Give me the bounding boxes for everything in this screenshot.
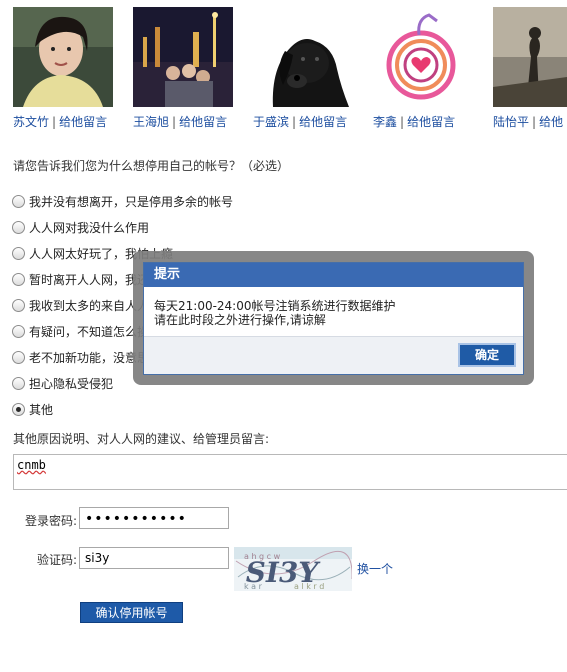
young-woman-photo-icon[interactable] <box>13 7 113 107</box>
friend-card: 苏文竹 | 给他留言 <box>13 7 123 129</box>
radio-button[interactable] <box>12 273 25 286</box>
radio-button[interactable] <box>12 299 25 312</box>
dialog-message-line: 请在此时段之外进行操作,请谅解 <box>154 313 326 327</box>
leave-message-link[interactable]: 给他 <box>539 115 563 129</box>
other-reason-label: 其他原因说明、对人人网的建议、给管理员留言: <box>13 432 270 446</box>
password-input[interactable]: ••••••••••• <box>79 507 229 529</box>
silhouette-photo-icon[interactable] <box>493 7 567 107</box>
captcha-text: SI3Y <box>243 556 322 589</box>
radio-button[interactable] <box>12 351 25 364</box>
night-city-group-photo-icon[interactable] <box>133 7 233 107</box>
friend-name-link[interactable]: 李鑫 <box>373 115 397 129</box>
radio-button[interactable] <box>12 247 25 260</box>
radio-button[interactable] <box>12 325 25 338</box>
reason-label: 其他 <box>29 403 54 417</box>
password-value: ••••••••••• <box>85 511 187 527</box>
reason-label: 老不加新功能，没意思 <box>29 351 150 365</box>
leave-message-link[interactable]: 给他留言 <box>179 115 227 129</box>
comment-textarea[interactable]: cnmb <box>13 454 567 490</box>
friend-card: 李鑫 | 给他留言 <box>373 7 483 129</box>
reason-option[interactable]: 我并没有想离开，只是停用多余的帐号 <box>12 192 532 210</box>
friend-name-link[interactable]: 陆怡平 <box>493 115 529 129</box>
radio-button[interactable] <box>12 221 25 234</box>
reason-label: 我并没有想离开，只是停用多余的帐号 <box>29 195 234 209</box>
change-captcha-link[interactable]: 换一个 <box>357 560 393 577</box>
comment-value: cnmb <box>17 458 46 472</box>
heart-fruit-drawing-icon[interactable] <box>373 7 473 107</box>
friend-card: 王海旭 | 给他留言 <box>133 7 243 129</box>
password-label: 登录密码: <box>24 514 77 528</box>
black-dog-photo-icon[interactable] <box>253 7 353 107</box>
friend-name-link[interactable]: 王海旭 <box>133 115 169 129</box>
radio-button[interactable] <box>12 195 25 208</box>
captcha-input-value: si3y <box>85 551 110 565</box>
captcha-label: 验证码: <box>36 553 77 567</box>
separator: | <box>532 115 537 129</box>
dialog-footer: 确定 <box>144 336 523 374</box>
radio-button-selected[interactable] <box>12 403 25 416</box>
friends-strip: 苏文竹 | 给他留言 王海旭 | 给他留言 于盛滨 | 给他留言 李鑫 | 给他… <box>0 0 567 135</box>
leave-message-link[interactable]: 给他留言 <box>299 115 347 129</box>
captcha-input[interactable]: si3y <box>79 547 229 569</box>
friend-card: 于盛滨 | 给他留言 <box>253 7 363 129</box>
deactivate-reason-question: 请您告诉我们您为什么想停用自己的帐号？（必选） <box>13 159 290 173</box>
leave-message-link[interactable]: 给他留言 <box>59 115 107 129</box>
reason-label: 人人网对我没什么作用 <box>29 221 150 235</box>
reason-label: 担心隐私受侵犯 <box>29 377 114 391</box>
friend-name-link[interactable]: 于盛滨 <box>253 115 289 129</box>
notice-dialog: 提示 每天21:00-24:00帐号注销系统进行数据维护 请在此时段之外进行操作… <box>143 262 524 375</box>
dialog-message: 每天21:00-24:00帐号注销系统进行数据维护 请在此时段之外进行操作,请谅… <box>154 299 396 327</box>
friend-card: 陆怡平 | 给他 <box>493 7 567 129</box>
reason-option[interactable]: 人人网对我没什么作用 <box>12 218 532 236</box>
ok-button[interactable]: 确定 <box>458 343 516 367</box>
separator: | <box>292 115 297 129</box>
confirm-deactivate-button[interactable]: 确认停用帐号 <box>80 602 183 623</box>
captcha-image: a h g c w a l k r d k a r SI3Y <box>234 547 353 591</box>
leave-message-link[interactable]: 给他留言 <box>407 115 455 129</box>
friend-name-link[interactable]: 苏文竹 <box>13 115 49 129</box>
reason-label: 有疑问，不知道怎么操 <box>29 325 150 339</box>
dialog-title: 提示 <box>144 263 523 287</box>
reason-label: 暂时离开人人网，我还 <box>29 273 150 287</box>
radio-button[interactable] <box>12 377 25 390</box>
separator: | <box>172 115 177 129</box>
separator: | <box>52 115 57 129</box>
dialog-message-line: 每天21:00-24:00帐号注销系统进行数据维护 <box>154 299 396 313</box>
reason-label: 我收到太多的来自人人 <box>29 299 150 313</box>
reason-option-other[interactable]: 其他 <box>12 400 532 418</box>
separator: | <box>400 115 405 129</box>
